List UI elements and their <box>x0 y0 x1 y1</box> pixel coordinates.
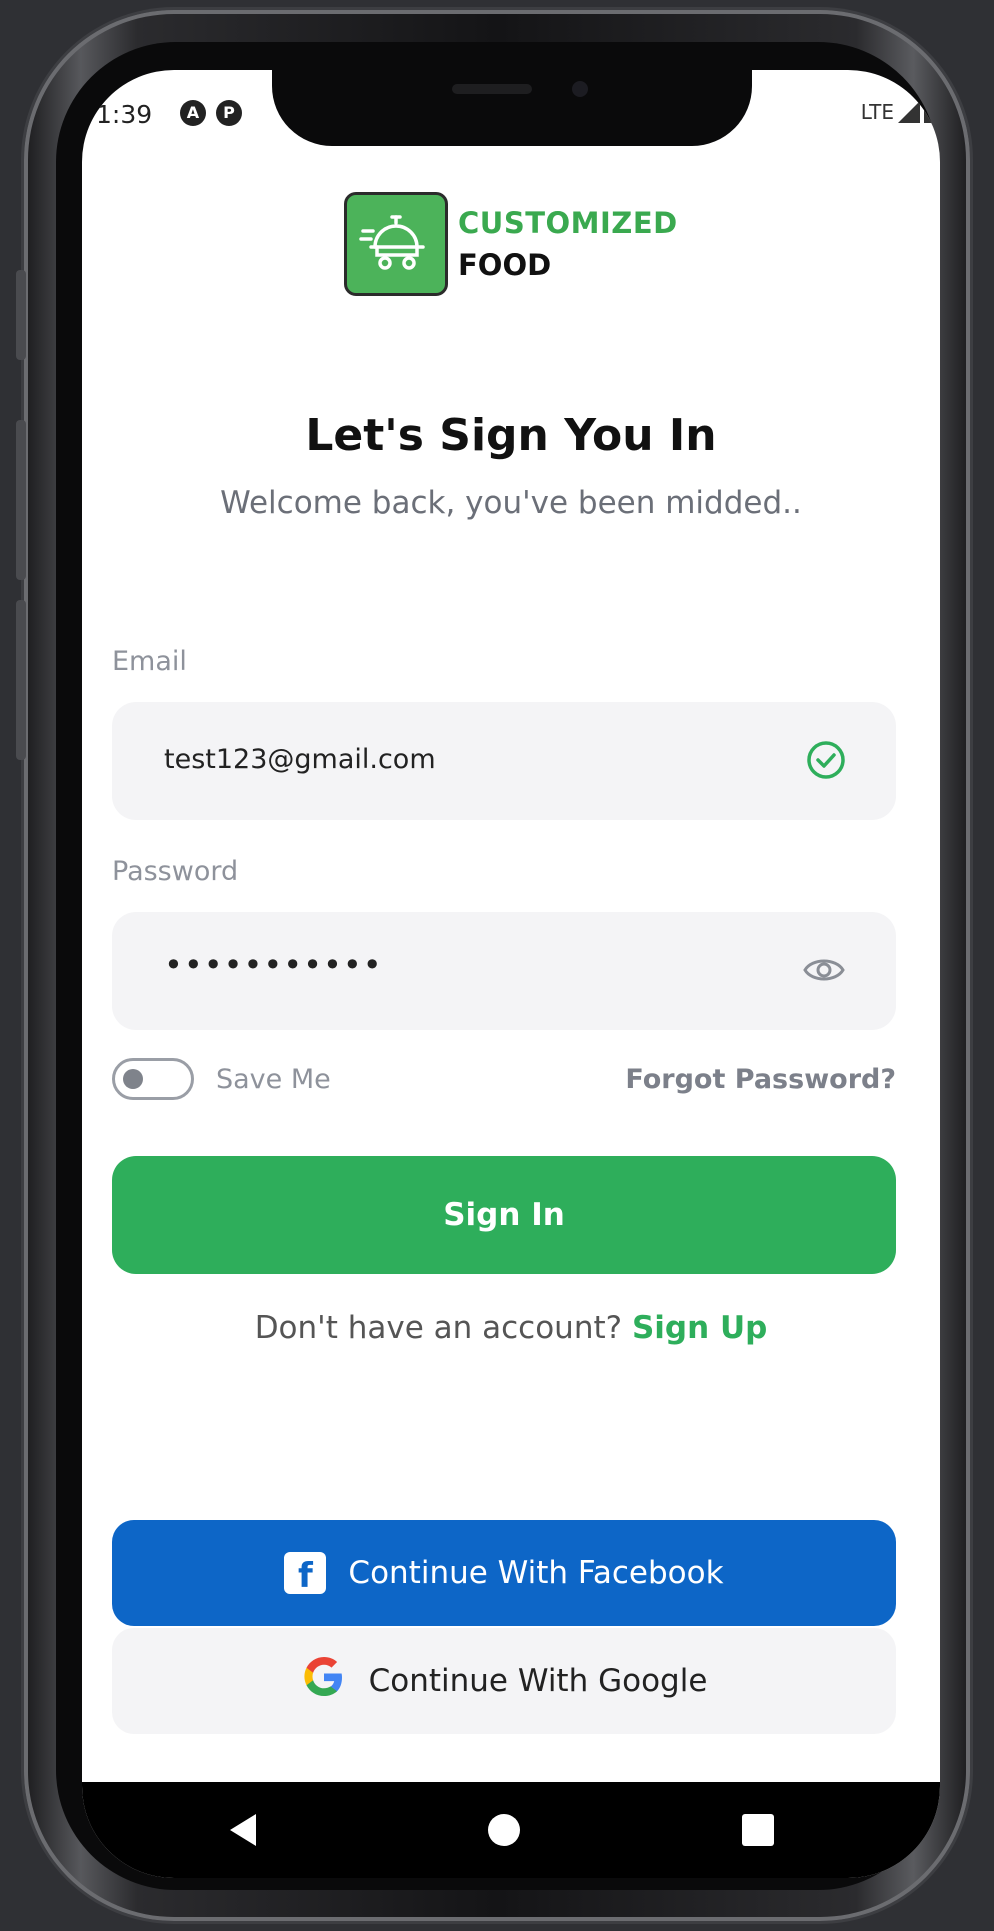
check-circle-icon <box>806 740 846 784</box>
sign-up-link[interactable]: Sign Up <box>632 1310 767 1346</box>
facebook-label: Continue With Facebook <box>348 1555 724 1591</box>
camera <box>572 81 588 97</box>
side-button <box>16 600 26 760</box>
google-icon <box>301 1654 347 1708</box>
facebook-login-button[interactable]: f Continue With Facebook <box>112 1520 896 1626</box>
eye-icon[interactable] <box>802 950 846 994</box>
sign-in-button[interactable]: Sign In <box>112 1156 896 1274</box>
notch <box>272 70 752 146</box>
page-title: Let's Sign You In <box>305 410 717 461</box>
password-field[interactable]: ••••••••••• <box>112 912 896 1030</box>
battery-icon <box>924 101 936 123</box>
sign-in-label: Sign In <box>443 1197 565 1233</box>
android-nav-bar <box>82 1782 940 1878</box>
facebook-icon: f <box>284 1552 327 1594</box>
status-time: 1:39 <box>96 100 153 129</box>
side-button <box>16 420 26 580</box>
back-icon[interactable] <box>230 1814 256 1846</box>
password-value[interactable]: ••••••••••• <box>164 946 383 984</box>
status-right: LTE <box>861 100 936 124</box>
signal-icon <box>898 101 920 123</box>
toggle-knob <box>123 1069 143 1089</box>
home-icon[interactable] <box>488 1814 520 1846</box>
status-app-icon: A <box>180 100 206 126</box>
forgot-password-link[interactable]: Forgot Password? <box>625 1064 896 1095</box>
email-field[interactable]: test123@gmail.com <box>112 702 896 820</box>
brand-name-line2: FOOD <box>458 248 552 282</box>
recent-apps-icon[interactable] <box>742 1814 774 1846</box>
app-logo <box>344 192 448 296</box>
brand-name-line1: CUSTOMIZED <box>458 206 678 240</box>
google-label: Continue With Google <box>368 1663 708 1699</box>
app-screen: 1:39 A P LTE CUSTOMIZED FOOD Let's Sign … <box>82 70 940 1878</box>
status-app-icon: P <box>216 100 242 126</box>
email-label: Email <box>112 646 187 677</box>
no-account-text: Don't have an account? <box>254 1310 623 1346</box>
signup-prompt: Don't have an account? Sign Up <box>82 1310 940 1346</box>
password-label: Password <box>112 856 239 887</box>
save-me-toggle[interactable] <box>112 1058 194 1100</box>
speaker <box>452 84 532 94</box>
email-value[interactable]: test123@gmail.com <box>164 744 436 775</box>
side-button <box>16 270 26 360</box>
save-me-label: Save Me <box>216 1064 331 1095</box>
page-subtitle: Welcome back, you've been midded.. <box>220 485 802 521</box>
network-label: LTE <box>860 100 894 124</box>
google-login-button[interactable]: Continue With Google <box>112 1628 896 1734</box>
food-cart-icon <box>359 215 425 270</box>
